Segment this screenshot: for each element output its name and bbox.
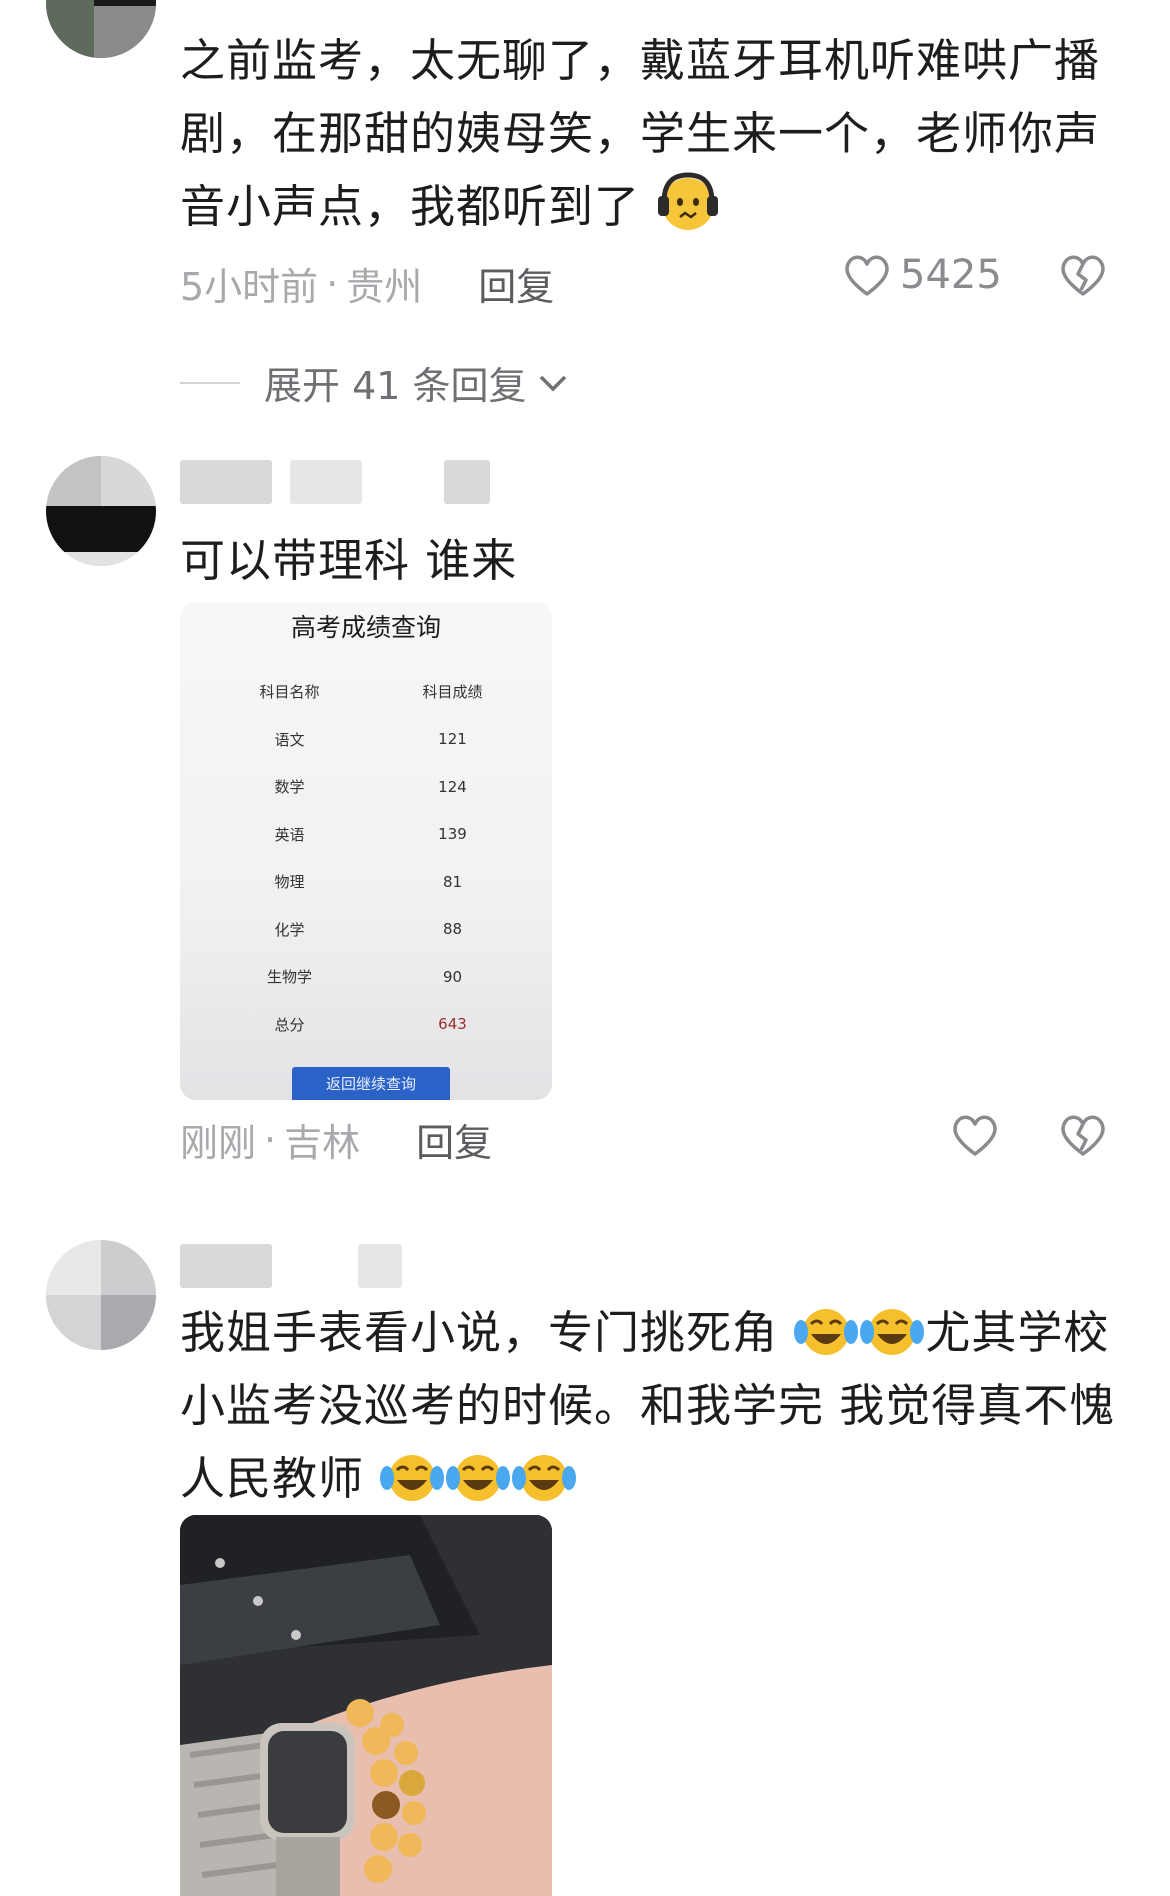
- comment-text: 可以带理科 谁来: [180, 534, 518, 587]
- tears-of-joy-emoji-icon: [446, 1455, 511, 1501]
- table-row: 生物学 90: [266, 967, 463, 987]
- expand-replies-button[interactable]: 展开 41 条回复: [180, 355, 571, 410]
- avatar[interactable]: [46, 1240, 156, 1350]
- smartwatch-photo[interactable]: [180, 1515, 552, 1896]
- like-button[interactable]: 5425: [842, 252, 1002, 298]
- divider: [180, 381, 240, 384]
- total-score: 643: [438, 1015, 467, 1034]
- broken-heart-icon: [1061, 1115, 1105, 1156]
- dislike-button[interactable]: [1058, 252, 1108, 298]
- comment-location: 贵州: [346, 265, 423, 309]
- comment-location: 吉林: [284, 1121, 361, 1165]
- table-row: 物理 81: [274, 872, 463, 892]
- reply-button[interactable]: 回复: [416, 1112, 492, 1167]
- tears-of-joy-emoji-icon: [380, 1455, 445, 1501]
- score-table: 科目名称 科目成绩 语文 121 数学 124 英语 139 物理 81 化学 88 生物…: [208, 668, 534, 1048]
- comment-text: 之前监考，太无聊了，戴蓝牙耳机听难哄广播 剧，在那甜的姨母笑，学生来一个，老师你…: [180, 34, 1101, 233]
- table-row: 数学 124: [274, 777, 467, 797]
- username-redacted[interactable]: [180, 458, 1120, 506]
- table-row: 总分 643: [208, 1001, 534, 1049]
- return-query-button: 返回继续查询: [292, 1067, 450, 1100]
- avatar[interactable]: [46, 0, 156, 58]
- comment-time: 刚刚: [180, 1121, 257, 1165]
- broken-heart-icon: [1061, 255, 1105, 296]
- comment-time: 5小时前: [180, 265, 319, 309]
- dislike-button[interactable]: [1058, 1112, 1108, 1158]
- tears-of-joy-emoji-icon: [512, 1455, 577, 1501]
- chevron-down-icon: [539, 375, 566, 391]
- heart-outline-icon: [953, 1115, 997, 1156]
- comment-meta: 刚刚 · 吉林 回复: [180, 1112, 492, 1167]
- headphones-emoji-icon: [658, 172, 719, 230]
- table-row: 语文 121: [274, 730, 467, 749]
- photo-drawing: [180, 1515, 552, 1896]
- table-row: 化学 88: [274, 920, 463, 939]
- reply-button[interactable]: 回复: [478, 256, 554, 311]
- heart-outline-icon: [845, 255, 889, 296]
- tears-of-joy-emoji-icon: [794, 1309, 859, 1355]
- table-row: 英语 139: [274, 825, 467, 844]
- score-screenshot-image[interactable]: 高考成绩查询 科目名称 科目成绩 语文 121 数学 124 英语 139 物理 81 …: [180, 602, 552, 1100]
- comment-text: 我姐手表看小说，专门挑死角 尤其学校 小监考没巡考的时候。和我学完 我觉得真不愧…: [180, 1296, 1120, 1515]
- like-count: 5425: [900, 252, 1002, 298]
- score-card-title: 高考成绩查询: [290, 613, 441, 642]
- avatar[interactable]: [46, 456, 156, 566]
- tears-of-joy-emoji-icon: [860, 1309, 925, 1355]
- like-button[interactable]: [950, 1112, 1000, 1158]
- username-redacted[interactable]: [180, 1242, 1120, 1290]
- comment-meta: 5小时前 · 贵州 回复: [180, 256, 554, 311]
